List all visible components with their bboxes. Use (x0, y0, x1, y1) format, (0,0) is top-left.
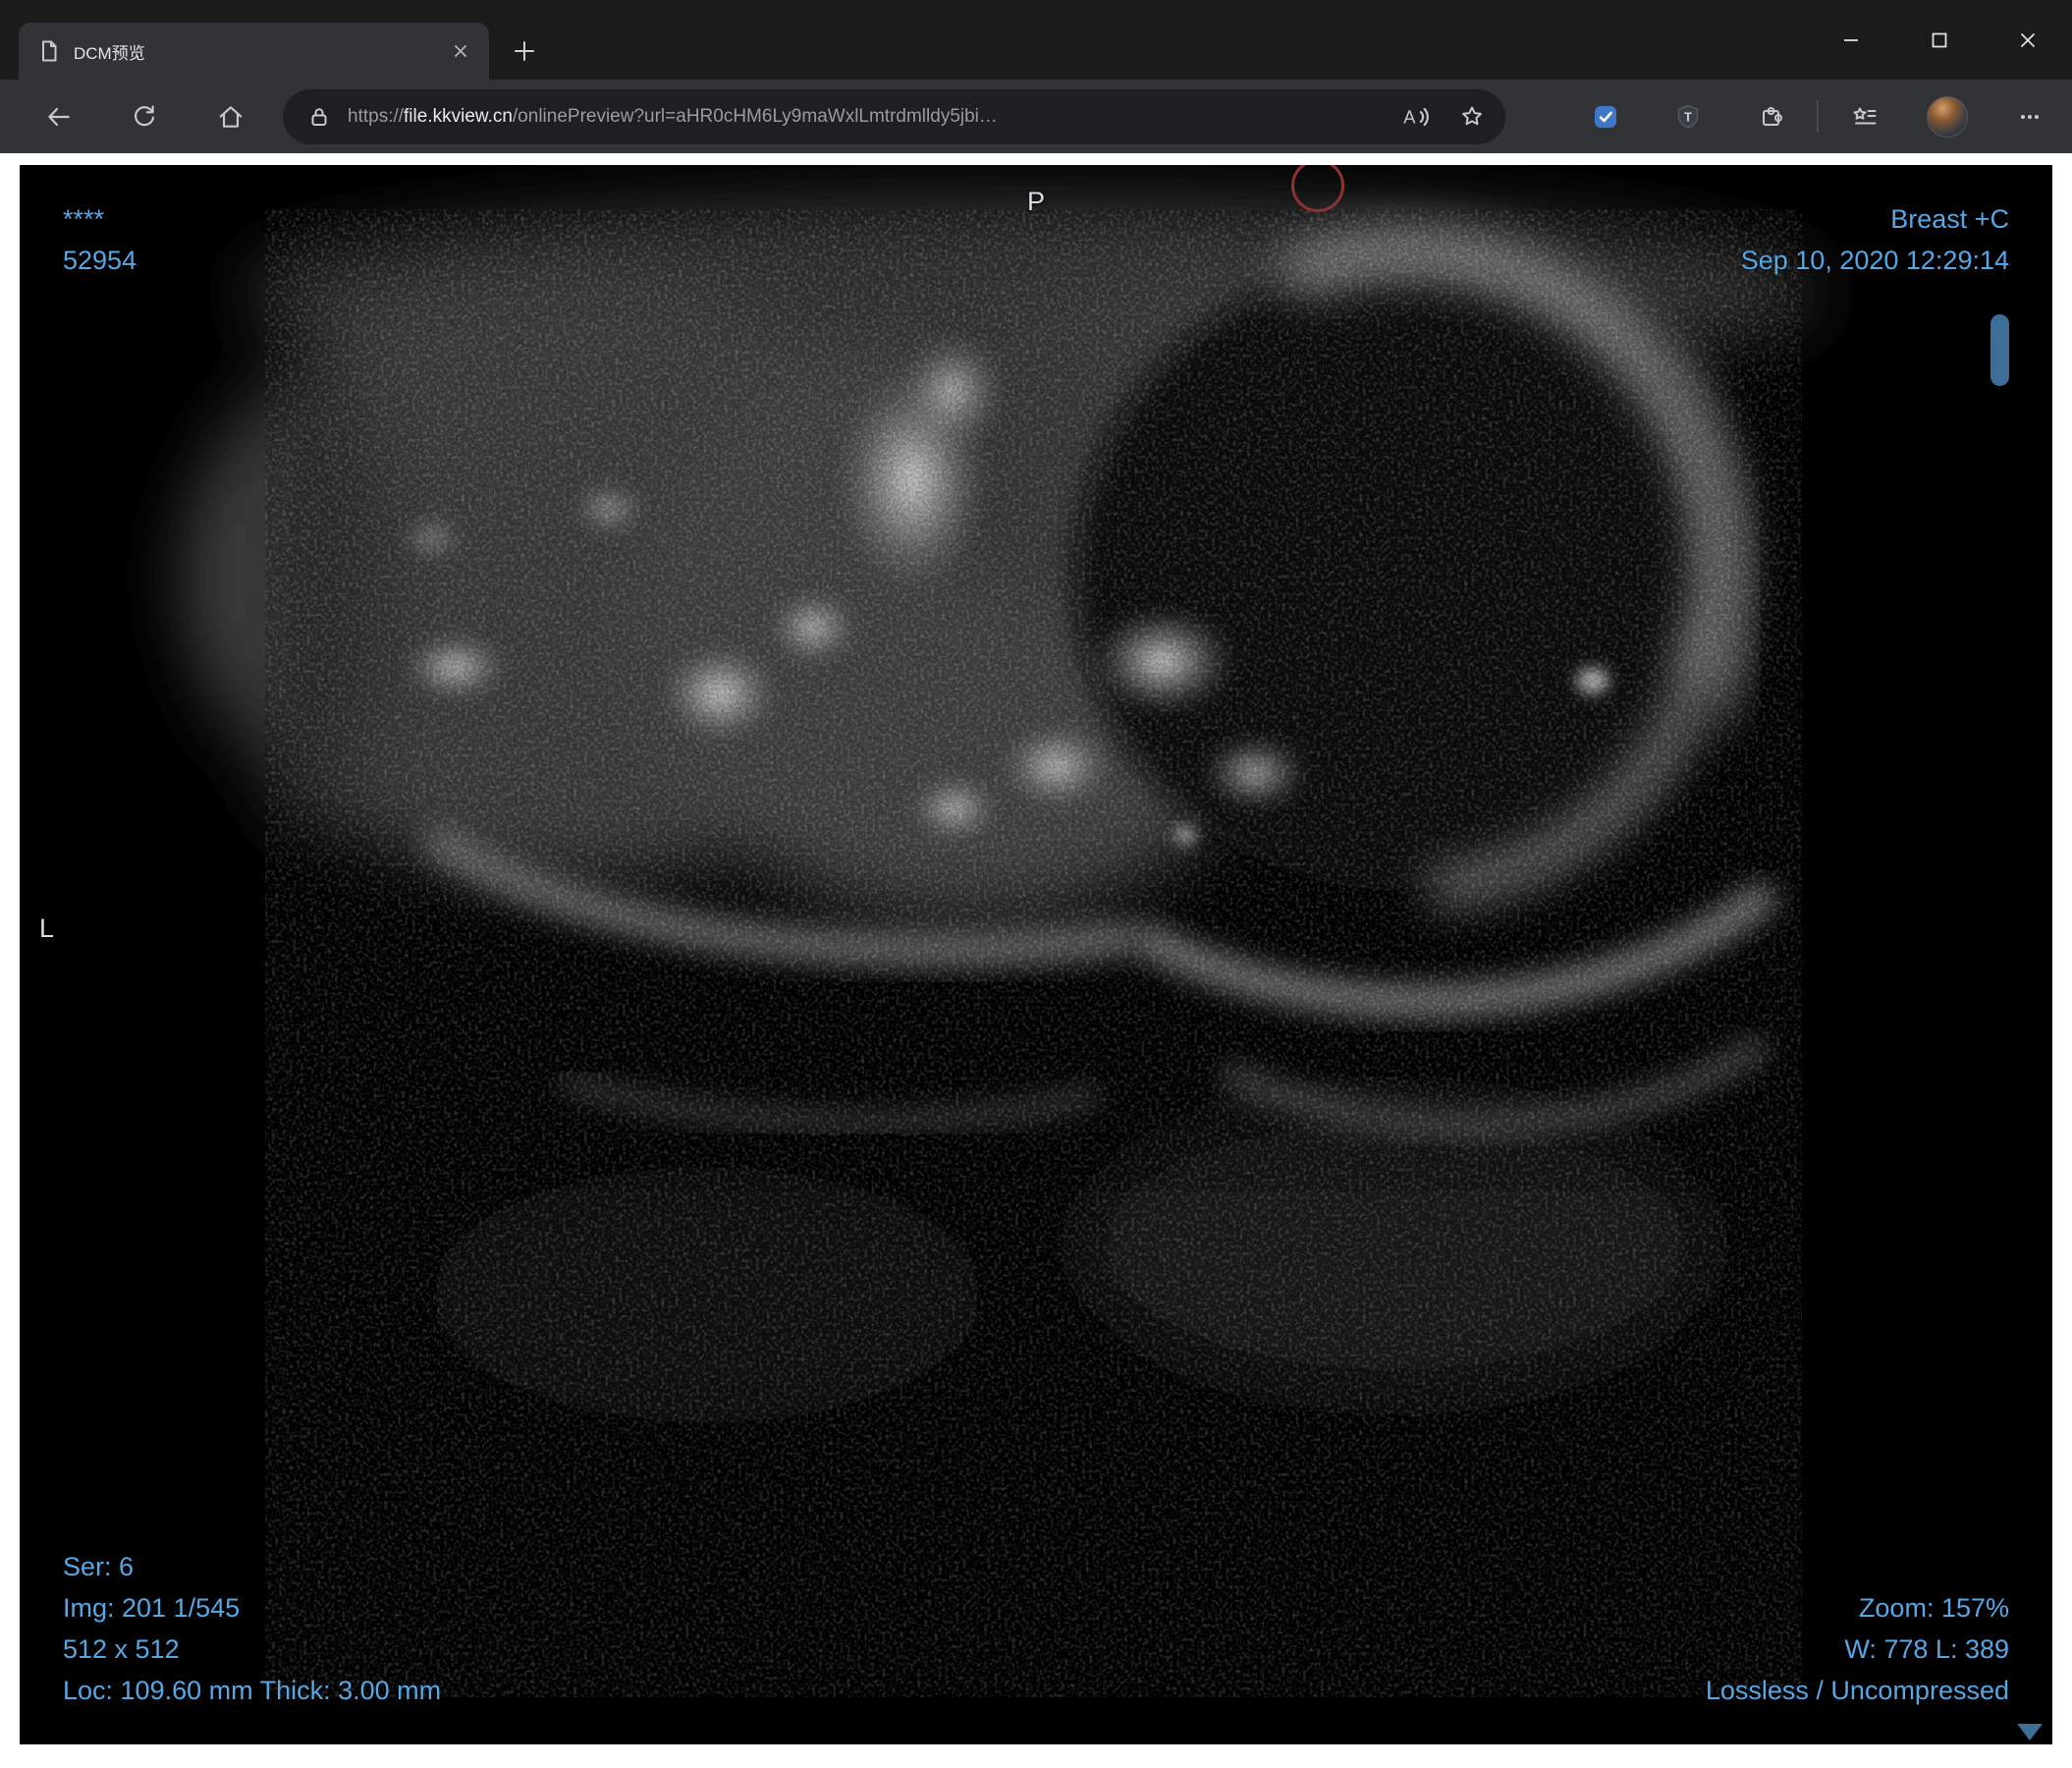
profile-avatar-button[interactable] (1925, 94, 1970, 139)
window-controls (1807, 0, 2072, 80)
overlay-zoom: Zoom: 157% (1858, 1593, 2009, 1623)
overlay-study-datetime: Sep 10, 2020 12:29:14 (1740, 246, 2009, 275)
extensions-puzzle-button[interactable] (1748, 94, 1793, 139)
minimize-button[interactable] (1807, 0, 1895, 80)
document-icon (36, 38, 62, 64)
overlay-study-name: Breast +C (1890, 204, 2009, 234)
mri-image (20, 165, 2052, 1744)
url-text: https://file.kkview.cn/onlinePreview?url… (348, 106, 1378, 128)
overlay-compression: Lossless / Uncompressed (1705, 1676, 2009, 1705)
svg-text:T: T (1684, 109, 1692, 124)
url-domain: file.kkview.cn (404, 105, 513, 127)
orientation-marker-left: L (39, 913, 55, 943)
overlay-patient-id: 52954 (63, 246, 137, 275)
address-bar[interactable]: https://file.kkview.cn/onlinePreview?url… (283, 88, 1505, 144)
overlay-top-left: **** 52954 (63, 198, 136, 281)
browser-window: DCM预览 https://file.kkview.cn/onlinePrevi… (0, 0, 2072, 1768)
browser-toolbar: https://file.kkview.cn/onlinePreview?url… (0, 80, 2072, 153)
home-button[interactable] (208, 94, 253, 139)
maximize-button[interactable] (1895, 0, 1984, 80)
shield-extension-icon[interactable]: T (1665, 94, 1711, 139)
favorites-bar-button[interactable] (1842, 94, 1887, 139)
read-aloud-button[interactable]: A (1395, 97, 1435, 137)
overlay-series: Ser: 6 (63, 1552, 135, 1581)
refresh-button[interactable] (122, 94, 167, 139)
page-background: **** 52954 P L Breast +C Sep 10, 2020 12… (0, 153, 2072, 1768)
overlay-top-right: Breast +C Sep 10, 2020 12:29:14 (1741, 198, 2009, 281)
overlay-stars: **** (63, 204, 105, 234)
browser-tab[interactable]: DCM预览 (19, 23, 489, 80)
avatar (1927, 95, 1968, 138)
overlay-bottom-left: Ser: 6 Img: 201 1/545 512 x 512 Loc: 109… (63, 1546, 441, 1711)
toolbar-divider (1817, 100, 1819, 133)
window-close-button[interactable] (1984, 0, 2072, 80)
overlay-matrix-size: 512 x 512 (63, 1634, 180, 1664)
viewer-scrollbar-thumb[interactable] (1990, 314, 2009, 386)
viewer-scroll-down-arrow[interactable] (2017, 1724, 2043, 1740)
overlay-window-level: W: 778 L: 389 (1844, 1634, 2009, 1664)
overlay-bottom-right: Zoom: 157% W: 778 L: 389 Lossless / Unco… (1706, 1587, 2009, 1711)
url-scheme: https:// (348, 105, 405, 127)
orientation-marker-posterior: P (1026, 187, 1046, 216)
new-tab-button[interactable] (505, 31, 544, 71)
back-button[interactable] (35, 94, 81, 139)
extensions-group: T (1583, 94, 2052, 139)
overlay-image-index: Img: 201 1/545 (63, 1593, 241, 1623)
dicom-viewer[interactable]: **** 52954 P L Breast +C Sep 10, 2020 12… (20, 165, 2052, 1744)
overlay-location-thickness: Loc: 109.60 mm Thick: 3.00 mm (63, 1676, 442, 1705)
url-path: /onlinePreview?url=aHR0cHM6Ly9maWxlLmtrd… (512, 105, 998, 127)
favorite-star-button[interactable] (1452, 97, 1492, 137)
window-titlebar: DCM预览 (0, 0, 2072, 80)
svg-text:A: A (1403, 107, 1416, 127)
lock-icon[interactable] (302, 100, 336, 134)
tab-close-button[interactable] (446, 36, 475, 66)
extension-icon-blue[interactable] (1583, 94, 1628, 139)
tab-title: DCM预览 (74, 43, 145, 63)
settings-menu-button[interactable] (2007, 94, 2052, 139)
